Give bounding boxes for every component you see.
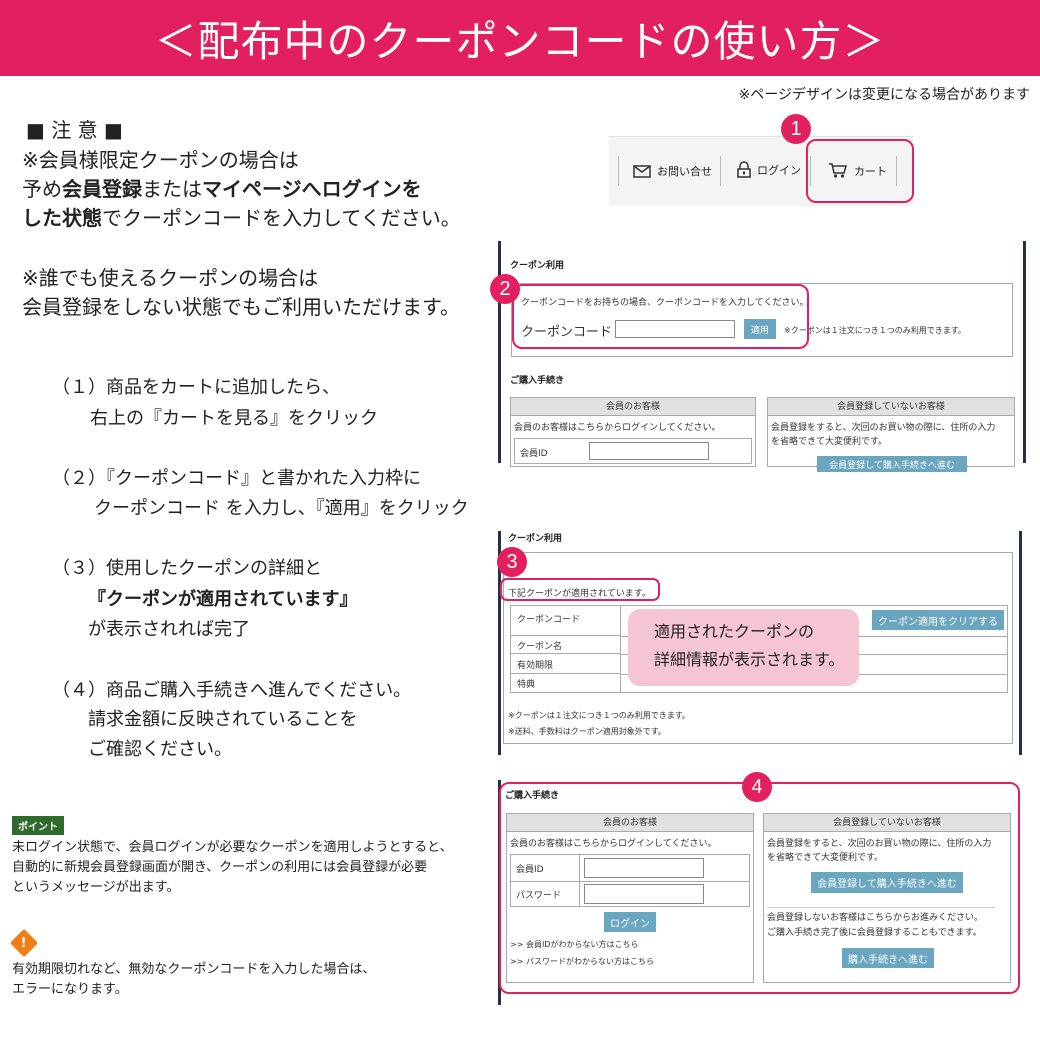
guest-desc-2: を省略できて大変便利です。 [771,437,888,447]
clear-coupon-button[interactable]: クーポン適用をクリアする [872,610,1004,630]
nav-contact[interactable]: お問い合せ [633,163,712,179]
purchase-section-title: ご購入手続き [510,376,565,386]
guest-header: 会員登録していないお客様 [768,398,1014,416]
warning-line-2: エラーになります。 [12,982,128,997]
step-2-title: （２）『クーポンコード』と書かれた入力枠に [52,468,421,489]
caution-heading: ■ 注 意 ■ [26,118,123,142]
step-1-title: （１）商品をカートに追加したら、 [52,377,340,398]
step-1-detail: 右上の『カートを見る』をクリック [90,408,378,429]
coupon-row-label: 特典 [511,674,621,692]
member-desc: 会員のお客様はこちらからログインしてください。 [514,423,721,433]
caution-line-5: 会員登録をしない状態でもご利用いただけます。 [22,295,460,319]
step-3-highlight: 『クーポンが適用されています』 [88,589,358,610]
caution-line-1: ※会員様限定クーポンの場合は [22,148,299,172]
page-title: ＜配布中のクーポンコードの使い方＞ [0,0,1040,76]
purchase-highlight [499,782,1020,994]
nav-login-label: ログイン [757,163,801,177]
coupon-input-screenshot: クーポン利用 クーポンコードをお持ちの場合、クーポンコードを入力してください。 … [498,241,1026,472]
step-4-detail-2: ご確認ください。 [88,739,232,760]
register-purchase-button[interactable]: 会員登録して購入手続きへ進む [817,456,967,472]
coupon-note-2: ※送料、手数料はクーポン適用対象外です。 [508,727,666,736]
design-change-note: ※ページデザインは変更になる場合があります [738,87,1030,103]
nav-divider [720,156,721,186]
mail-icon [633,164,651,178]
step-3-detail: が表示されれば完了 [88,619,250,640]
member-id-input[interactable] [589,442,709,460]
marker-1: 1 [781,114,811,144]
guest-panel: 会員登録していないお客様 会員登録をすると、次回のお買い物の際に、住所の入力 を… [767,397,1015,472]
caution-line-4: ※誰でも使えるクーポンの場合は [22,266,319,290]
caution-text: または [142,177,202,201]
callout-line-2: 詳細情報が表示されます。 [654,650,845,669]
guest-desc-1: 会員登録をすると、次回のお買い物の際に、住所の入力 [771,423,996,433]
step-4-detail-1: 請求金額に反映されていることを [88,709,358,730]
nav-contact-label: お問い合せ [657,165,712,178]
step-2-detail: クーポンコード を入力し、『適用』をクリック [94,498,469,519]
coupon-section-title: クーポン利用 [508,534,563,544]
member-id-label: 会員ID [520,449,548,459]
coupon-note-1: ※クーポンは１注文につき１つのみ利用できます。 [508,711,690,720]
point-line-1: 未ログイン状態で、会員ログインが必要なクーポンを適用しようとすると、 [12,840,453,855]
coupon-detail-callout: 適用されたクーポンの 詳細情報が表示されます。 [628,609,859,686]
coupon-row-label: クーポン名 [511,636,621,654]
cart-highlight [806,139,914,203]
marker-3: 3 [497,547,527,577]
caution-text: でクーポンコードを入力してください。 [102,206,461,230]
point-badge: ポイント [12,815,64,835]
member-panel: 会員のお客様 会員のお客様はこちらからログインしてください。 会員ID [510,397,756,467]
nav-divider [618,156,619,186]
coupon-section-title: クーポン利用 [510,261,565,271]
coupon-row-label: クーポンコード [511,606,621,636]
lock-icon [737,161,751,178]
member-id-row: 会員ID [514,438,752,464]
caution-highlight: 会員登録 [62,177,142,201]
step-4-title: （４）商品ご購入手続きへ進んでください。 [52,680,412,701]
caution-line-2: 予め会員登録またはマイページへログインを [22,175,422,203]
point-badge-label: ポイント [12,816,64,835]
caution-line-3: した状態でクーポンコードを入力してください。 [22,204,461,232]
callout-line-1: 適用されたクーポンの [654,622,815,641]
warning-icon: ! [9,928,39,958]
step-3-title: （３）使用したクーポンの詳細と [52,558,322,579]
nav-login[interactable]: ログイン [737,161,801,178]
screenshot-border [1023,241,1026,463]
coupon-note: ※クーポンは１注文につき１つのみ利用できます。 [784,326,966,335]
screenshot-border [1019,531,1022,755]
point-line-3: というメッセージが出ます。 [12,880,180,895]
member-header: 会員のお客様 [511,398,755,416]
caution-highlight: マイページへログインを [202,177,422,201]
coupon-input-highlight [512,284,809,349]
caution-highlight: した状態 [22,206,102,230]
marker-4: 4 [742,772,772,802]
point-line-2: 自動的に新規会員登録画面が開き、クーポンの利用には会員登録が必要 [12,860,428,875]
coupon-row-label: 有効期限 [511,654,621,674]
warning-line-1: 有効期限切れなど、無効なクーポンコードを入力した場合は、 [12,962,376,977]
marker-2: 2 [490,274,520,304]
applied-message-highlight [500,578,660,601]
warning-mark: ! [21,935,27,951]
caution-text: 予め [22,177,62,201]
